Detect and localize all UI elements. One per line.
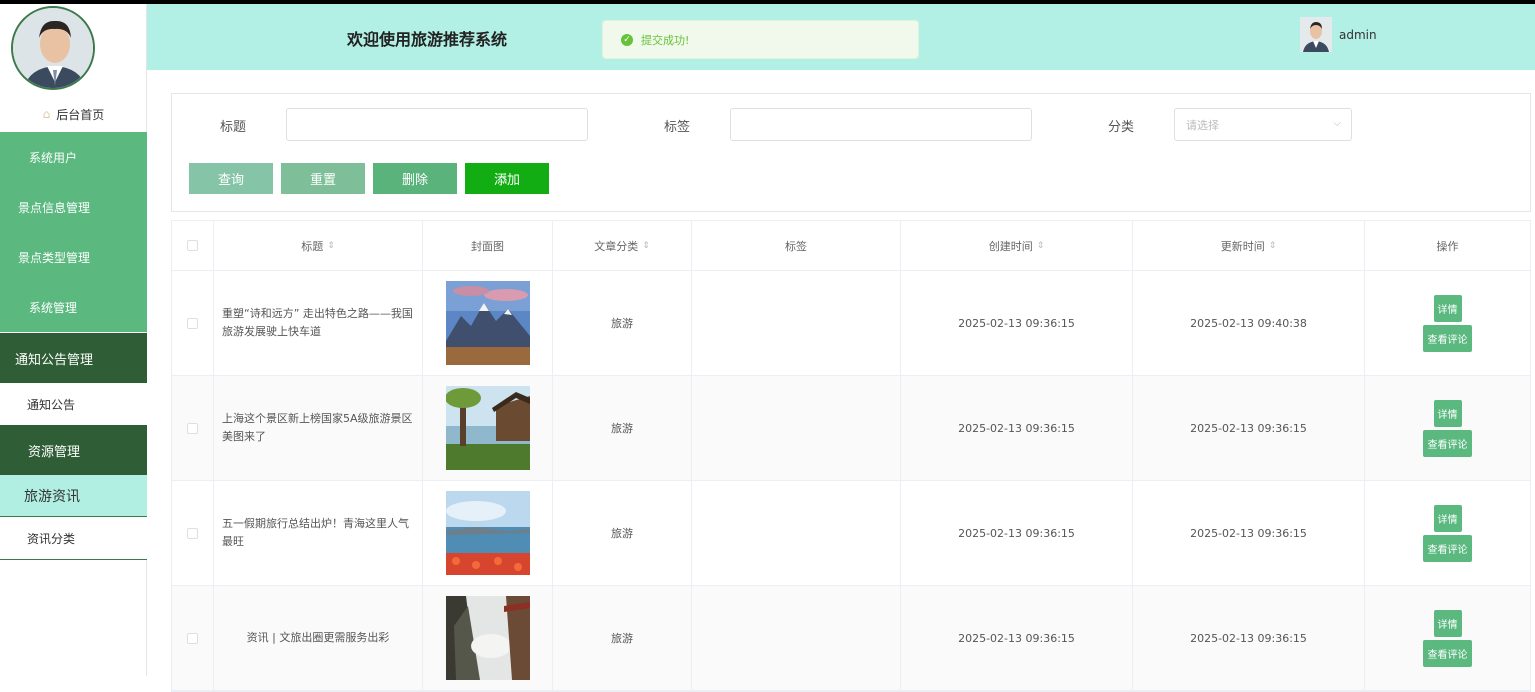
column-header-created[interactable]: 创建时间 ⇕ — [901, 221, 1133, 270]
query-button[interactable]: 查询 — [189, 163, 273, 194]
sidebar-item-label: 通知公告管理 — [15, 352, 94, 368]
sort-icon: ⇕ — [327, 240, 335, 251]
news-table: 标题 ⇕ 封面图 文章分类 ⇕ 标签 创建时间 ⇕ 更新时间 ⇕ 操作 重塑“诗和远方”… — [171, 220, 1531, 692]
row-updated: 2025-02-13 09:40:38 — [1133, 271, 1365, 375]
category-select[interactable]: 请选择 ⌵ — [1174, 108, 1352, 141]
cover-image — [445, 491, 530, 575]
row-title: 资讯 | 文旅出圈更需服务出彩 — [214, 586, 423, 690]
reset-button[interactable]: 重置 — [281, 163, 365, 194]
chevron-down-icon: ⌵ — [1333, 118, 1341, 129]
row-created: 2025-02-13 09:36:15 — [901, 271, 1133, 375]
sort-icon: ⇕ — [1268, 240, 1277, 251]
category-placeholder: 请选择 — [1186, 118, 1219, 132]
header: 欢迎使用旅游推荐系统 ✓ 提交成功! admin — [147, 4, 1535, 70]
toast-message: 提交成功! — [641, 33, 690, 47]
sidebar-item-scenic-type[interactable]: 景点类型管理 — [0, 232, 147, 282]
row-category: 旅游 — [553, 376, 692, 480]
row-category: 旅游 — [553, 481, 692, 585]
sidebar-item-news-category[interactable]: 资讯分类 — [0, 517, 147, 560]
success-toast: ✓ 提交成功! — [602, 20, 919, 59]
row-tag — [692, 376, 901, 480]
page-title: 欢迎使用旅游推荐系统 — [347, 30, 508, 49]
cursor-hand-icon: ☝ — [499, 171, 508, 187]
row-checkbox[interactable] — [187, 632, 198, 644]
table-row: 五一假期旅行总结出炉！青海这里人气最旺 旅游 2025-02-13 09:36:… — [172, 481, 1530, 586]
view-comments-button[interactable]: 查看评论 — [1423, 429, 1472, 457]
column-header-title[interactable]: 标题 ⇕ — [214, 221, 423, 270]
sidebar-item-label: 资讯分类 — [27, 531, 76, 546]
column-header-updated[interactable]: 更新时间 ⇕ — [1133, 221, 1365, 270]
sidebar-item-resource-management[interactable]: 资源管理 — [0, 425, 147, 475]
title-input[interactable] — [286, 108, 588, 141]
row-created: 2025-02-13 09:36:15 — [901, 586, 1133, 690]
row-tag — [692, 271, 901, 375]
table-row: 资讯 | 文旅出圈更需服务出彩 旅游 2025-02-13 09:36:15 2… — [172, 586, 1530, 691]
sidebar-item-notice[interactable]: 通知公告 — [0, 383, 147, 425]
sidebar-item-notice-management[interactable]: 通知公告管理 — [0, 333, 147, 383]
column-header-category[interactable]: 文章分类 ⇕ — [553, 221, 692, 270]
sidebar-item-travel-news[interactable]: 旅游资讯 — [0, 475, 147, 517]
view-comments-button[interactable]: 查看评论 — [1423, 324, 1472, 352]
sidebar-item-label: 资源管理 — [28, 444, 81, 460]
row-title: 重塑“诗和远方” 走出特色之路——我国旅游发展驶上快车道 — [214, 271, 423, 375]
search-panel: 标题 标签 分类 请选择 ⌵ 查询 重置 删除 添加 ☝ — [171, 93, 1531, 212]
sidebar-item-system-management[interactable]: 系统管理 — [0, 282, 147, 332]
row-updated: 2025-02-13 09:36:15 — [1133, 376, 1365, 480]
row-checkbox[interactable] — [187, 422, 198, 434]
detail-button[interactable]: 详情 — [1433, 609, 1462, 637]
detail-button[interactable]: 详情 — [1433, 399, 1462, 427]
table-header-row: 标题 ⇕ 封面图 文章分类 ⇕ 标签 创建时间 ⇕ 更新时间 ⇕ 操作 — [172, 221, 1530, 271]
tag-input[interactable] — [730, 108, 1032, 141]
sidebar-item-label: 后台首页 — [56, 107, 105, 122]
column-header-tag: 标签 — [692, 221, 901, 270]
table-row: 上海这个景区新上榜国家5A级旅游景区 美图来了 旅游 2025-02-13 09… — [172, 376, 1530, 481]
cover-image — [445, 596, 530, 680]
row-category: 旅游 — [553, 271, 692, 375]
sort-icon: ⇕ — [1036, 240, 1045, 251]
sidebar-item-label: 系统管理 — [29, 300, 78, 315]
sidebar-item-label: 景点类型管理 — [18, 250, 91, 265]
row-tag — [692, 586, 901, 690]
username: admin — [1339, 27, 1377, 42]
row-title: 上海这个景区新上榜国家5A级旅游景区 美图来了 — [214, 376, 423, 480]
check-circle-icon: ✓ — [621, 33, 633, 46]
tag-label: 标签 — [664, 120, 691, 135]
sidebar: ⌂ 后台首页 系统用户 景点信息管理 景点类型管理 系统管理 通知公告管理 通知… — [0, 4, 147, 676]
row-tag — [692, 481, 901, 585]
sidebar-item-scenic-info[interactable]: 景点信息管理 — [0, 182, 147, 232]
row-created: 2025-02-13 09:36:15 — [901, 481, 1133, 585]
detail-button[interactable]: 详情 — [1433, 294, 1462, 322]
sidebar-item-label: 系统用户 — [29, 150, 78, 165]
view-comments-button[interactable]: 查看评论 — [1423, 534, 1472, 562]
view-comments-button[interactable]: 查看评论 — [1423, 639, 1472, 667]
sort-icon: ⇕ — [642, 240, 650, 251]
avatar — [1300, 17, 1332, 52]
add-button[interactable]: 添加 ☝ — [465, 163, 549, 194]
select-all-checkbox[interactable] — [187, 240, 198, 251]
category-label: 分类 — [1108, 120, 1135, 135]
column-header-cover: 封面图 — [423, 221, 553, 270]
sidebar-item-label: 景点信息管理 — [18, 200, 91, 215]
title-label: 标题 — [220, 120, 247, 135]
row-checkbox[interactable] — [187, 317, 198, 329]
row-updated: 2025-02-13 09:36:15 — [1133, 586, 1365, 690]
delete-button[interactable]: 删除 — [373, 163, 457, 194]
detail-button[interactable]: 详情 — [1433, 504, 1462, 532]
row-category: 旅游 — [553, 586, 692, 690]
row-created: 2025-02-13 09:36:15 — [901, 376, 1133, 480]
sidebar-item-system-users[interactable]: 系统用户 — [0, 132, 147, 182]
column-header-actions: 操作 — [1436, 239, 1459, 253]
cover-image — [445, 281, 530, 365]
table-row: 重塑“诗和远方” 走出特色之路——我国旅游发展驶上快车道 旅游 2025-02-… — [172, 271, 1530, 376]
row-checkbox[interactable] — [187, 527, 198, 539]
sidebar-avatar — [11, 6, 95, 90]
user-menu[interactable]: admin — [1300, 17, 1377, 52]
sidebar-item-label: 旅游资讯 — [24, 488, 80, 505]
cover-image — [445, 386, 530, 470]
row-updated: 2025-02-13 09:36:15 — [1133, 481, 1365, 585]
sidebar-item-label: 通知公告 — [27, 397, 76, 412]
home-icon: ⌂ — [42, 107, 51, 121]
row-title: 五一假期旅行总结出炉！青海这里人气最旺 — [214, 481, 423, 585]
sidebar-item-home[interactable]: ⌂ 后台首页 — [0, 96, 147, 132]
